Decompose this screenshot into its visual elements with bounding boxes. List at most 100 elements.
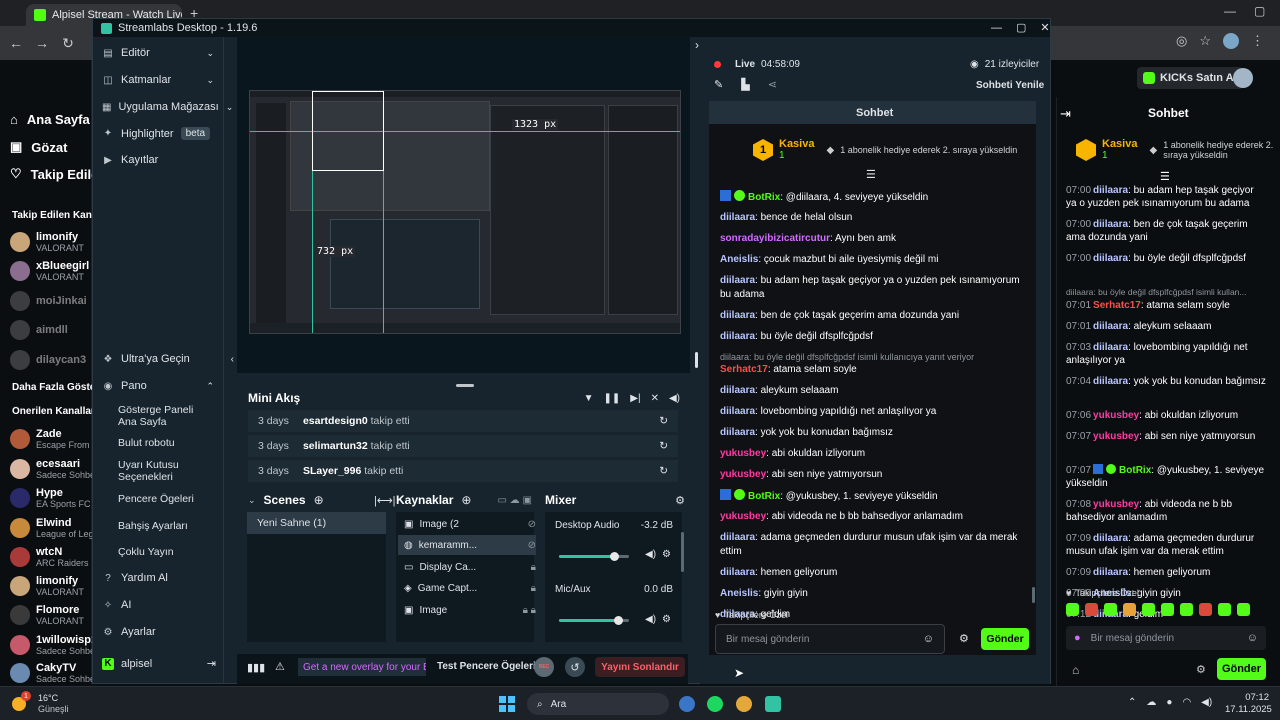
cloud-icon[interactable]: ☁ <box>1146 697 1156 708</box>
expand-chat-icon[interactable]: › <box>695 38 699 52</box>
chat-username[interactable]: diilaara <box>1093 376 1128 387</box>
source-item[interactable]: ▭ Display Ca... 🔒︎ <box>398 557 536 577</box>
refresh-chat-button[interactable]: Sohbeti Yenile <box>976 80 1044 91</box>
chat-username[interactable]: diilaara <box>720 406 755 417</box>
end-stream-button[interactable]: Yayını Sonlandır <box>595 657 685 677</box>
nav-ultra[interactable]: ❖ Ultra'ya Geçin ‹ <box>102 353 234 365</box>
nav-editor[interactable]: ▤ Editör ⌄ <box>102 47 214 59</box>
emoji-icon[interactable]: ☺ <box>1247 632 1258 644</box>
emote-icon[interactable] <box>1085 603 1098 616</box>
window-maximize-icon[interactable]: ▢ <box>1016 21 1026 34</box>
chat-username[interactable]: diilaara <box>1093 342 1128 353</box>
send-button[interactable]: Gönder <box>981 628 1029 650</box>
emote-icon[interactable] <box>1199 603 1212 616</box>
chat-username[interactable]: yukusbey <box>1093 499 1139 510</box>
chat-username[interactable]: BotRix <box>1119 465 1151 476</box>
source-item[interactable]: ◈ Game Capt... 🔒︎ <box>398 578 536 598</box>
eye-off-icon[interactable]: ◎ <box>1176 33 1187 49</box>
chat-scrollbar[interactable] <box>1032 587 1035 603</box>
minimize-icon[interactable]: — <box>1224 4 1236 18</box>
chat-username[interactable]: sonradayibizicatircutur <box>720 233 830 244</box>
nav-dashboard[interactable]: ◉ Pano ⌃ <box>102 380 214 392</box>
chat-username[interactable]: diilaara <box>1093 567 1128 578</box>
add-source-icon[interactable]: ⊕ <box>461 493 471 507</box>
dashboard-sub-home[interactable]: Gösterge Paneli Ana Sayfa <box>118 404 210 428</box>
recommended-channel[interactable]: ElwindLeague of Lege <box>10 515 92 541</box>
chat-username[interactable]: diilaara <box>720 385 755 396</box>
dashboard-sub-cloudbot[interactable]: Bulut robotu <box>118 437 175 449</box>
followed-channel[interactable]: xBlueegirl VALORANT <box>10 258 92 284</box>
recommended-channel[interactable]: wtcN ARC Raiders <box>10 544 92 570</box>
filter-icon[interactable]: ▼ <box>584 393 594 404</box>
repeat-alert-icon[interactable]: ↻ <box>659 440 668 452</box>
kick-chat-settings-icon[interactable]: ⚙ <box>1196 663 1206 676</box>
replay-buffer-icon[interactable]: ↺ <box>565 657 585 677</box>
scene-item[interactable]: Yeni Sahne (1) <box>247 512 386 534</box>
volume-slider[interactable] <box>559 552 629 561</box>
chat-username[interactable]: Serhatc17 <box>1093 300 1141 311</box>
kick-send-button[interactable]: Gönder <box>1217 658 1266 680</box>
emote-icon[interactable] <box>1104 603 1117 616</box>
speaker-icon[interactable]: ◀) <box>645 549 656 560</box>
recommended-channel[interactable]: Flomore VALORANT <box>10 602 92 628</box>
bookmark-star-icon[interactable]: ☆ <box>1199 33 1211 49</box>
add-scene-icon[interactable]: ⊕ <box>314 493 324 507</box>
chat-username[interactable]: diilaara <box>1093 253 1128 264</box>
logout-icon[interactable]: ⇥ <box>207 657 216 670</box>
lock-icon[interactable]: 🔒︎ 🔒︎ <box>523 605 536 616</box>
followed-channel[interactable]: moiJinkai <box>10 288 92 314</box>
emote-icon[interactable] <box>1142 603 1155 616</box>
nav-home[interactable]: ⌂ Ana Sayfa <box>10 112 90 127</box>
chat-username[interactable]: diilaara <box>720 532 755 543</box>
chat-username[interactable]: diilaara <box>1093 533 1128 544</box>
streamlabs-app-icon[interactable] <box>765 696 781 712</box>
chevron-up-icon[interactable]: ⌃ <box>1128 697 1136 708</box>
store-icon[interactable]: ▙ <box>741 78 749 91</box>
volume-icon[interactable]: ◀) <box>669 393 680 404</box>
mixer-scrollbar[interactable] <box>681 532 684 572</box>
forward-icon[interactable]: → <box>32 33 52 53</box>
dashboard-sub-tips[interactable]: Bahşiş Ayarları <box>118 520 188 532</box>
chrome-app-icon[interactable] <box>679 696 695 712</box>
chat-username[interactable]: Aneislis <box>720 588 758 599</box>
chat-username[interactable]: diilaara <box>720 331 755 342</box>
recommended-channel[interactable]: limonify VALORANT <box>10 573 92 599</box>
nav-highlighter[interactable]: ✦ Highlighter beta <box>102 127 211 140</box>
record-button[interactable]: REC <box>534 657 554 677</box>
emote-icon[interactable] <box>1123 603 1136 616</box>
skip-icon[interactable]: ▶| <box>630 393 640 404</box>
speaker-icon[interactable]: ◀) <box>645 614 656 625</box>
nav-layers[interactable]: ◫ Katmanlar ⌄ <box>102 74 214 86</box>
speaker-icon[interactable]: ◀) <box>1201 697 1212 708</box>
nav-settings[interactable]: ⚙ Ayarlar <box>102 626 156 638</box>
chat-username[interactable]: diilaara <box>720 275 755 286</box>
chevron-down-icon[interactable]: ⌄ <box>248 495 256 506</box>
lock-icon[interactable]: 🔒︎ <box>531 583 536 594</box>
chat-input[interactable]: Bir mesaj gönderin ☺ <box>715 624 945 654</box>
mic-icon[interactable]: ● <box>1166 697 1172 708</box>
mute-alerts-icon[interactable]: ✕ <box>651 393 659 404</box>
chat-username[interactable]: diilaara <box>1093 185 1128 196</box>
visibility-icon[interactable]: ⊘ <box>528 519 536 530</box>
store-icon[interactable]: ⌂ <box>1072 663 1079 677</box>
chat-username[interactable]: yukusbey <box>720 448 766 459</box>
share-icon[interactable]: ⋖ <box>768 78 777 91</box>
show-more-link[interactable]: Daha Fazla Göster <box>12 382 99 393</box>
visibility-icon[interactable]: ⊘ <box>528 540 536 551</box>
chat-username[interactable]: BotRix <box>748 491 780 502</box>
repeat-alert-icon[interactable]: ↻ <box>659 415 668 427</box>
recommended-channel[interactable]: 1willowisp1 Sadece Sohbe <box>10 632 92 658</box>
window-minimize-icon[interactable]: — <box>991 22 1002 34</box>
collapse-chat-icon[interactable]: ⇥ <box>1060 106 1071 122</box>
taskbar-search[interactable]: ⌕ Ara <box>527 693 669 715</box>
resize-handle[interactable] <box>695 352 698 368</box>
edit-stream-icon[interactable]: ✎ <box>714 78 723 91</box>
alert-warning-icon[interactable]: ⚠ <box>275 660 285 673</box>
chat-username[interactable]: diilaara <box>720 427 755 438</box>
nav-ai[interactable]: ✧ AI <box>102 599 132 611</box>
test-widgets-button[interactable]: Test Pencere Ögeleri <box>437 661 536 672</box>
chrome-profile-app-icon[interactable] <box>736 696 752 712</box>
recommended-channel[interactable]: Hype EA Sports FC 2 <box>10 485 92 511</box>
recommended-channel[interactable]: CakyTV Sadece Sohbe <box>10 660 92 686</box>
dashboard-sub-widgets[interactable]: Pencere Ögeleri <box>118 493 194 505</box>
